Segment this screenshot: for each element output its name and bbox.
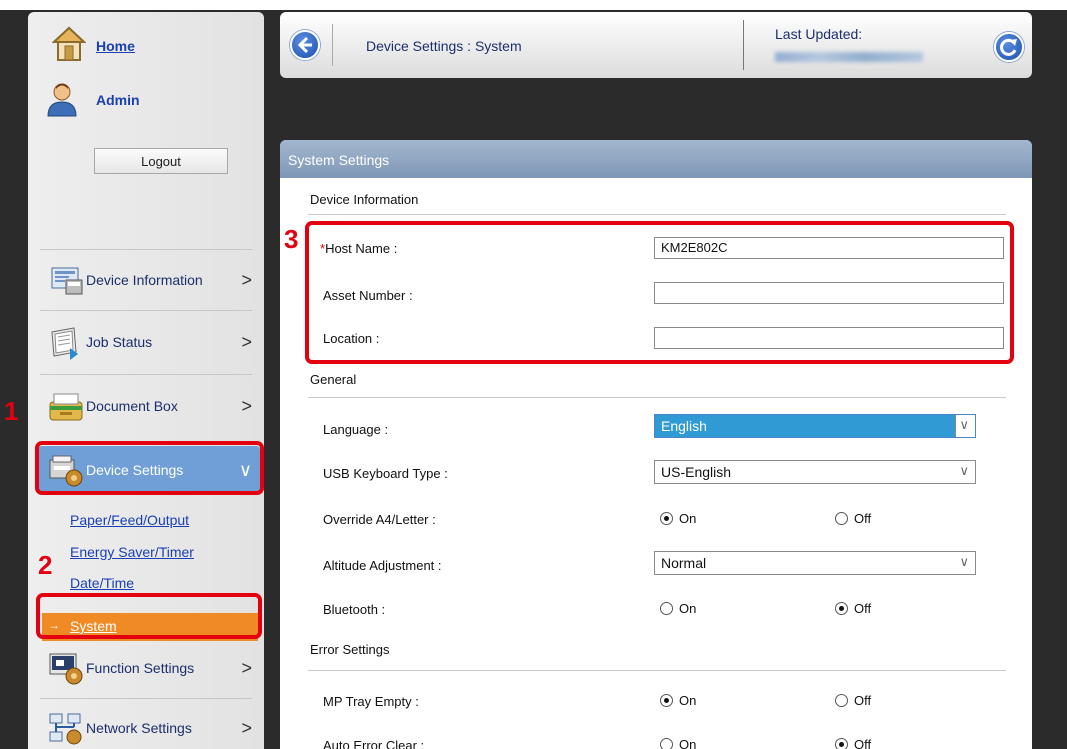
- stage: Home Admin Logout Device Information > J…: [0, 0, 1067, 749]
- radio-label: On: [679, 601, 697, 616]
- radio-dot: [835, 738, 848, 749]
- header-bar: Device Settings : System Last Updated:: [280, 12, 1032, 78]
- section-general: General: [310, 372, 357, 387]
- section-error-settings: Error Settings: [310, 642, 390, 657]
- nav-network-settings[interactable]: Network Settings >: [38, 704, 260, 749]
- sub-link-energy-saver-timer[interactable]: Energy Saver/Timer: [70, 544, 194, 560]
- home-icon[interactable]: [52, 26, 86, 62]
- radio-dot: [660, 512, 673, 525]
- radio-label: Off: [854, 601, 872, 616]
- home-row: Home: [28, 12, 264, 80]
- section-device-information: Device Information: [310, 192, 419, 207]
- refresh-icon[interactable]: [994, 32, 1024, 62]
- nav-device-information[interactable]: Device Information >: [38, 256, 260, 304]
- bluetooth-off-radio[interactable]: Off: [835, 601, 871, 616]
- altitude-select[interactable]: Normal ∨: [654, 551, 976, 575]
- divider: [308, 670, 1006, 671]
- divider: [332, 24, 333, 66]
- radio-label: On: [679, 737, 697, 749]
- radio-label: Off: [854, 737, 872, 749]
- language-select[interactable]: English ∨: [654, 414, 976, 438]
- divider: [308, 214, 1006, 215]
- blurred-timestamp: [775, 52, 923, 62]
- radio-label: Off: [854, 693, 872, 708]
- nav-label: Job Status: [86, 334, 153, 350]
- radio-dot: [660, 602, 673, 615]
- radio-label: On: [679, 693, 697, 708]
- usb-keyboard-label: USB Keyboard Type :: [323, 466, 448, 481]
- override-off-radio[interactable]: Off: [835, 511, 871, 526]
- sub-link-paper-feed-output[interactable]: Paper/Feed/Output: [70, 512, 189, 528]
- home-link[interactable]: Home: [96, 38, 135, 54]
- nav-label: Function Settings: [86, 660, 195, 676]
- mp-tray-empty-label: MP Tray Empty :: [323, 694, 419, 709]
- last-updated-label: Last Updated:: [775, 26, 863, 42]
- radio-dot: [835, 512, 848, 525]
- usb-keyboard-value: US-English: [661, 464, 732, 480]
- divider: [40, 310, 252, 311]
- language-label: Language :: [323, 422, 389, 437]
- override-label: Override A4/Letter :: [323, 512, 436, 527]
- language-value: English: [661, 418, 707, 434]
- divider: [40, 698, 252, 699]
- highlight-device-information: [305, 221, 1014, 364]
- nav-job-status[interactable]: Job Status >: [38, 318, 260, 366]
- radio-label: Off: [854, 511, 872, 526]
- auto-error-on-radio[interactable]: On: [660, 737, 696, 749]
- sub-link-date-time[interactable]: Date/Time: [70, 575, 134, 591]
- nav-function-settings[interactable]: Function Settings >: [38, 644, 260, 692]
- back-arrow-icon[interactable]: [290, 30, 320, 60]
- divider: [40, 249, 252, 250]
- altitude-label: Altitude Adjustment :: [323, 558, 442, 573]
- divider: [743, 20, 744, 70]
- override-on-radio[interactable]: On: [660, 511, 696, 526]
- chevron-down-icon: ∨: [959, 463, 969, 478]
- breadcrumb: Device Settings : System: [366, 38, 522, 54]
- panel-header: System Settings: [280, 140, 1032, 178]
- divider: [308, 397, 1006, 398]
- chevron-down-icon: ∨: [959, 417, 969, 432]
- user-label: Admin: [96, 92, 140, 108]
- admin-avatar-icon: [47, 83, 77, 117]
- radio-dot: [835, 694, 848, 707]
- divider: [40, 374, 252, 375]
- altitude-value: Normal: [661, 555, 707, 571]
- logout-button[interactable]: Logout: [94, 148, 228, 174]
- usb-keyboard-select[interactable]: US-English ∨: [654, 460, 976, 484]
- radio-dot: [660, 694, 673, 707]
- mp-tray-off-radio[interactable]: Off: [835, 693, 871, 708]
- chevron-right-icon: >: [241, 718, 252, 738]
- bluetooth-label: Bluetooth :: [323, 602, 386, 617]
- nav-label: Network Settings: [86, 720, 192, 736]
- radio-dot: [660, 738, 673, 749]
- radio-label: On: [679, 511, 697, 526]
- job-status-icon: [51, 327, 78, 360]
- mp-tray-on-radio[interactable]: On: [660, 693, 696, 708]
- highlight-system: [36, 593, 262, 639]
- nav-document-box[interactable]: Document Box >: [38, 382, 260, 430]
- auto-error-off-radio[interactable]: Off: [835, 737, 871, 749]
- bluetooth-on-radio[interactable]: On: [660, 601, 696, 616]
- step-number-3: 3: [284, 224, 299, 254]
- step-number-1: 1: [4, 396, 19, 426]
- device-information-icon: [51, 267, 83, 295]
- chevron-right-icon: >: [241, 396, 252, 416]
- function-settings-icon: [49, 653, 83, 685]
- step-number-2: 2: [38, 550, 53, 580]
- highlight-device-settings: [35, 441, 264, 495]
- nav-label: Device Information: [86, 272, 203, 288]
- chevron-right-icon: >: [241, 332, 252, 352]
- nav-label: Document Box: [86, 398, 178, 414]
- chevron-right-icon: >: [241, 270, 252, 290]
- top-margin: [0, 0, 1067, 10]
- radio-dot: [835, 602, 848, 615]
- panel-title: System Settings: [288, 152, 390, 168]
- chevron-down-icon: ∨: [959, 554, 969, 569]
- chevron-right-icon: >: [241, 658, 252, 678]
- network-settings-icon: [49, 713, 82, 745]
- auto-error-clear-label: Auto Error Clear :: [323, 738, 425, 749]
- document-box-icon: [49, 393, 83, 421]
